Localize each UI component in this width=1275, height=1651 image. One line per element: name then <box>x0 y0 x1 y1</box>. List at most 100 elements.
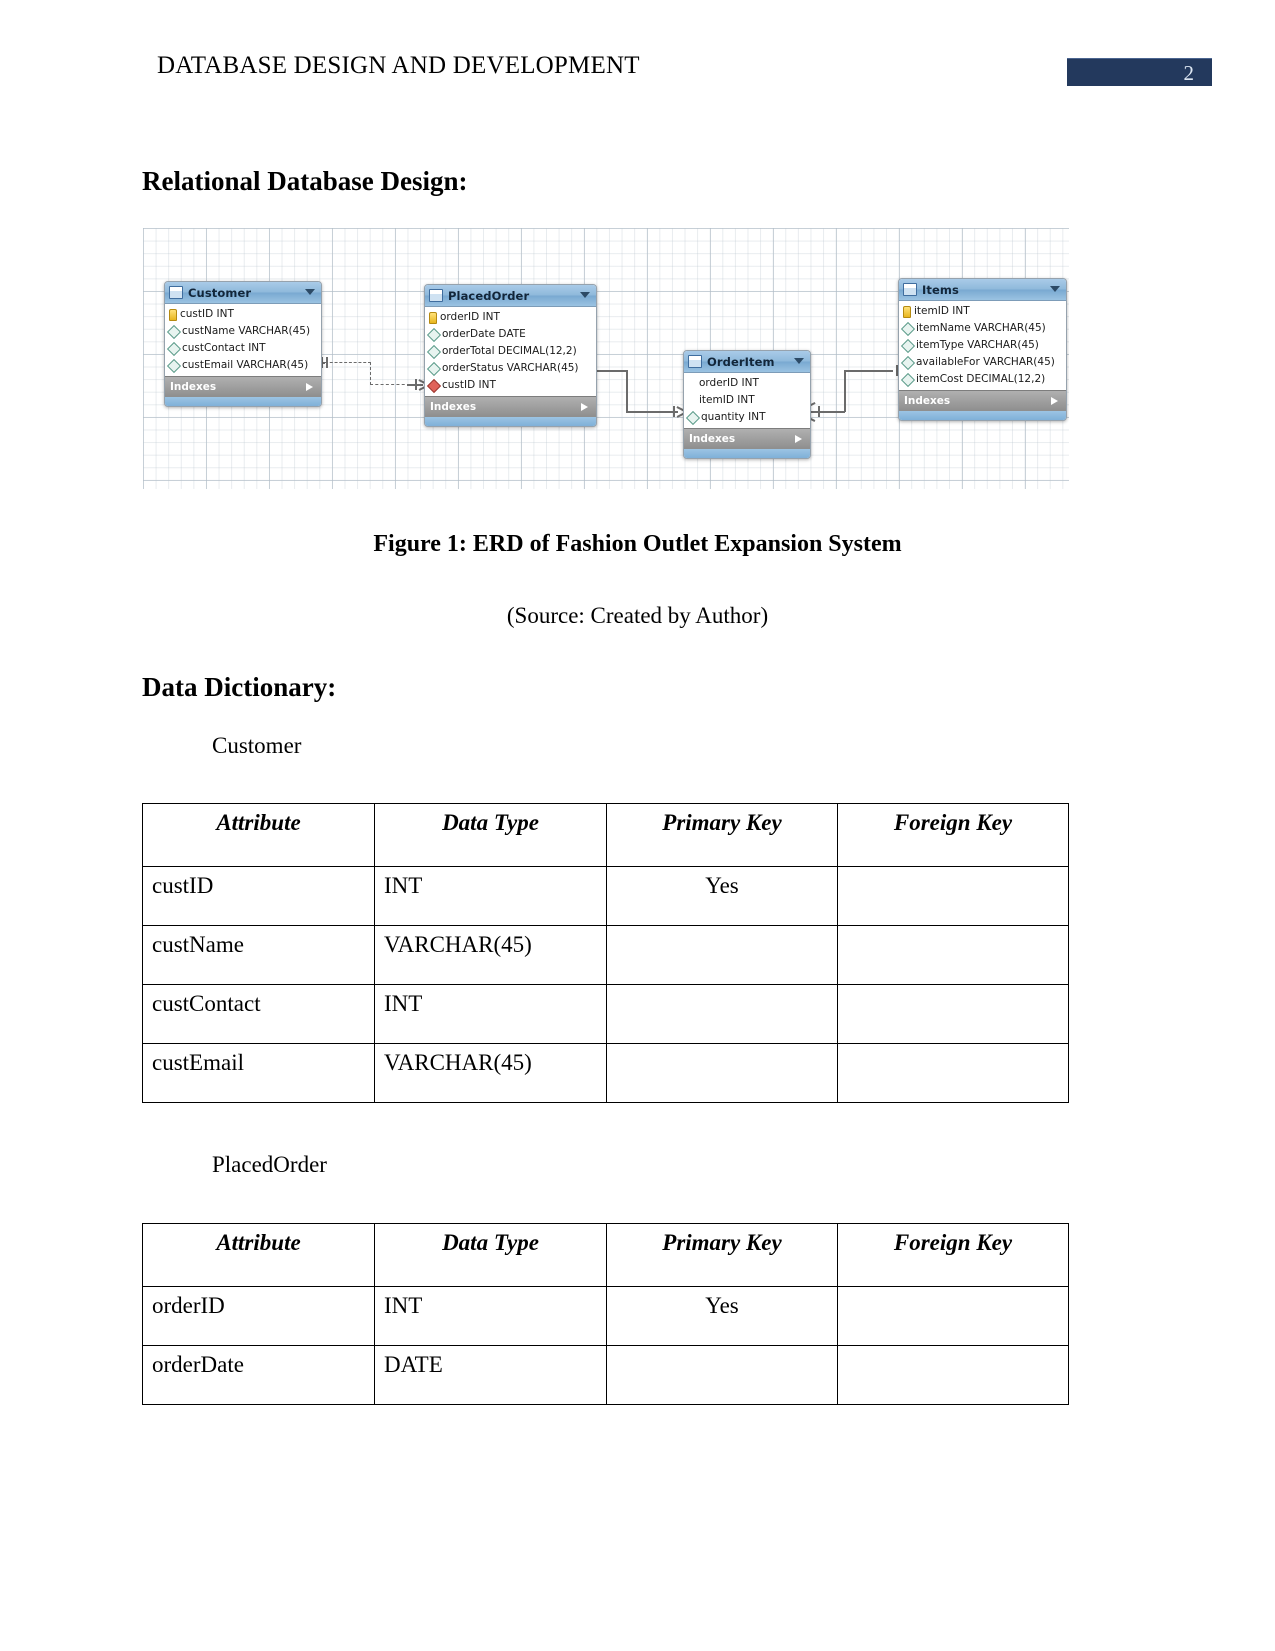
column-diamond-icon <box>900 338 916 353</box>
chevron-down-icon[interactable] <box>580 292 590 298</box>
erd-column: itemName VARCHAR(45) <box>899 320 1066 337</box>
chevron-right-icon[interactable] <box>581 403 588 411</box>
table-icon <box>429 289 443 302</box>
erd-table-orderitem-name: OrderItem <box>707 354 775 369</box>
page-number-badge: 2 <box>1067 58 1212 86</box>
column-header-primary-key: Primary Key <box>606 803 838 867</box>
erd-table-customer-columns: custID INT custName VARCHAR(45) custCont… <box>165 304 321 376</box>
erd-column-label: orderID INT <box>699 377 759 389</box>
erd-column-label: custEmail VARCHAR(45) <box>182 359 309 371</box>
erd-table-orderitem[interactable]: OrderItem orderID INT itemID INT quantit… <box>683 350 811 459</box>
erd-indexes-bar[interactable]: Indexes <box>684 428 810 449</box>
erd-column-label: availableFor VARCHAR(45) <box>916 356 1055 368</box>
table-row: custID INT Yes <box>142 866 1069 926</box>
foreign-key-diamond-icon <box>426 378 442 393</box>
cell-attribute: orderID <box>142 1286 375 1346</box>
column-header-primary-key: Primary Key <box>606 1223 838 1287</box>
erd-column-label: itemID INT <box>914 305 970 317</box>
erd-column-label: custID INT <box>442 379 496 391</box>
erd-table-customer-titlebar[interactable]: Customer <box>165 282 321 304</box>
erd-column: orderTotal DECIMAL(12,2) <box>425 343 596 360</box>
blank-icon <box>688 397 696 405</box>
erd-column: custContact INT <box>165 340 321 357</box>
cell-data-type: INT <box>374 1286 607 1346</box>
erd-table-footer <box>899 411 1066 420</box>
column-diamond-icon <box>166 324 182 339</box>
erd-table-items-titlebar[interactable]: Items <box>899 279 1066 301</box>
erd-column: orderID INT <box>425 309 596 326</box>
cell-primary-key <box>606 1345 838 1405</box>
chevron-down-icon[interactable] <box>794 358 804 364</box>
cell-attribute: custEmail <box>142 1043 375 1103</box>
erd-table-items[interactable]: Items itemID INT itemName VARCHAR(45) it… <box>898 278 1067 421</box>
erd-column-label: custName VARCHAR(45) <box>182 325 311 337</box>
erd-column: quantity INT <box>684 409 810 426</box>
erd-column-label: orderTotal DECIMAL(12,2) <box>442 345 577 357</box>
crowfoot-bar-placedorder <box>415 379 417 390</box>
column-header-attribute: Attribute <box>142 1223 375 1287</box>
column-header-data-type: Data Type <box>374 803 607 867</box>
erd-table-placedorder-columns: orderID INT orderDate DATE orderTotal DE… <box>425 307 596 396</box>
connector-customer-placedorder-dash <box>325 362 371 363</box>
column-header-attribute: Attribute <box>142 803 375 867</box>
table-header-row: Attribute Data Type Primary Key Foreign … <box>142 1223 1069 1287</box>
column-header-foreign-key: Foreign Key <box>837 1223 1069 1287</box>
connector-placedorder-orderitem-v <box>626 370 628 412</box>
primary-key-icon <box>169 308 177 321</box>
column-diamond-icon <box>426 327 442 342</box>
table-row: custName VARCHAR(45) <box>142 925 1069 985</box>
erd-table-orderitem-titlebar[interactable]: OrderItem <box>684 351 810 373</box>
chevron-down-icon[interactable] <box>305 289 315 295</box>
erd-indexes-label: Indexes <box>689 433 736 445</box>
primary-key-icon <box>903 305 911 318</box>
header-title: DATABASE DESIGN AND DEVELOPMENT <box>157 52 640 79</box>
blank-icon <box>688 380 696 388</box>
connector-placedorder-orderitem-h2 <box>626 411 678 413</box>
cell-primary-key: Yes <box>606 866 838 926</box>
table-header-row: Attribute Data Type Primary Key Foreign … <box>142 803 1069 867</box>
erd-table-items-name: Items <box>922 282 959 297</box>
table-icon <box>903 283 917 296</box>
erd-diagram: Customer custID INT custName VARCHAR(45)… <box>143 228 1069 489</box>
table-row: custContact INT <box>142 984 1069 1044</box>
erd-table-footer <box>684 449 810 458</box>
erd-column: custName VARCHAR(45) <box>165 323 321 340</box>
column-diamond-icon <box>426 361 442 376</box>
erd-table-placedorder-titlebar[interactable]: PlacedOrder <box>425 285 596 307</box>
erd-table-customer[interactable]: Customer custID INT custName VARCHAR(45)… <box>164 281 322 407</box>
cell-data-type: DATE <box>374 1345 607 1405</box>
chevron-right-icon[interactable] <box>306 383 313 391</box>
erd-indexes-bar[interactable]: Indexes <box>425 396 596 417</box>
data-dictionary-table-placedorder: Attribute Data Type Primary Key Foreign … <box>142 1223 1069 1405</box>
primary-key-icon <box>429 311 437 324</box>
erd-indexes-bar[interactable]: Indexes <box>899 390 1066 411</box>
erd-column: custID INT <box>425 377 596 394</box>
cell-foreign-key <box>837 1345 1069 1405</box>
cell-foreign-key <box>837 925 1069 985</box>
erd-column-label: itemID INT <box>699 394 755 406</box>
cell-primary-key <box>606 925 838 985</box>
column-diamond-icon <box>900 355 916 370</box>
erd-column: itemCost DECIMAL(12,2) <box>899 371 1066 388</box>
heading-relational-database-design: Relational Database Design: <box>142 166 468 196</box>
entity-label-placedorder: PlacedOrder <box>212 1152 327 1177</box>
chevron-down-icon[interactable] <box>1050 286 1060 292</box>
crowfoot-bar-orderitem-right <box>818 406 820 417</box>
chevron-right-icon[interactable] <box>795 435 802 443</box>
erd-indexes-bar[interactable]: Indexes <box>165 376 321 397</box>
cell-attribute: custContact <box>142 984 375 1044</box>
erd-column-label: orderStatus VARCHAR(45) <box>442 362 579 374</box>
connector-orderitem-items-v <box>844 370 846 412</box>
cell-attribute: custName <box>142 925 375 985</box>
column-header-foreign-key: Foreign Key <box>837 803 1069 867</box>
erd-column: orderDate DATE <box>425 326 596 343</box>
page-number: 2 <box>1183 61 1195 85</box>
connector-orderitem-items-h1 <box>811 411 845 413</box>
erd-table-placedorder[interactable]: PlacedOrder orderID INT orderDate DATE o… <box>424 284 597 427</box>
connector-placedorder-orderitem-h1 <box>595 370 627 372</box>
connector-customer-placedorder-dash2 <box>370 384 410 385</box>
chevron-right-icon[interactable] <box>1051 397 1058 405</box>
erd-indexes-label: Indexes <box>430 401 477 413</box>
data-dictionary-table-customer: Attribute Data Type Primary Key Foreign … <box>142 803 1069 1103</box>
erd-table-footer <box>165 397 321 406</box>
